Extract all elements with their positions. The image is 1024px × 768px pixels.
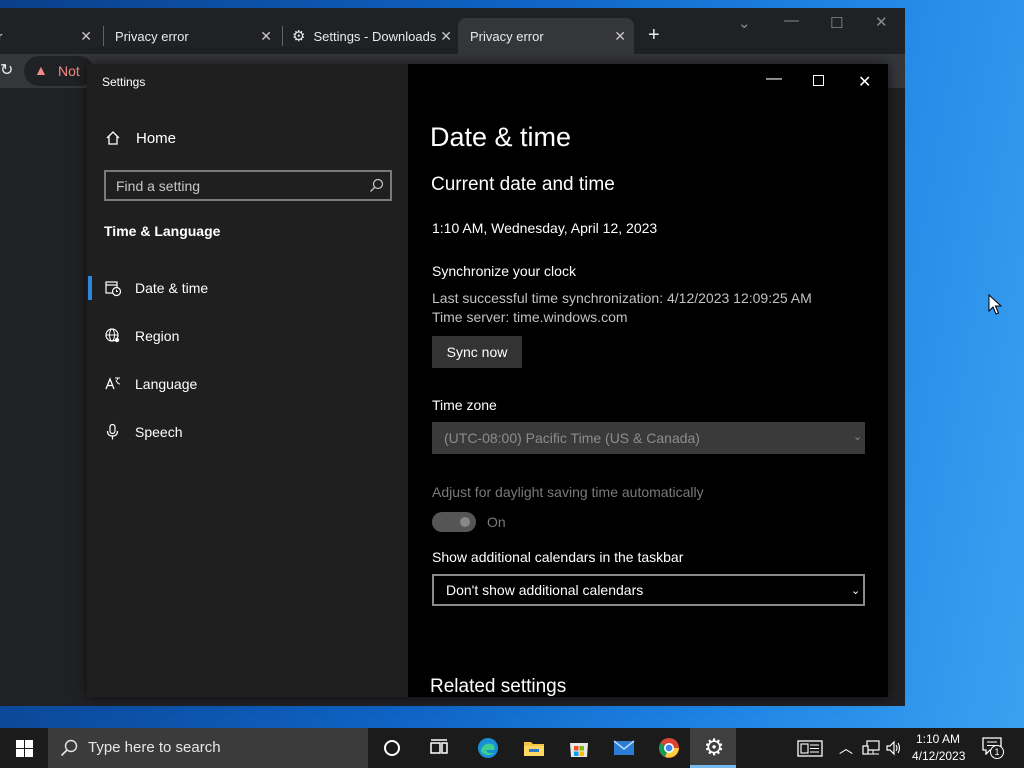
nav-label: Speech xyxy=(135,424,183,440)
tab-title: Privacy error xyxy=(470,28,544,44)
dst-toggle[interactable] xyxy=(432,512,476,532)
reload-icon[interactable]: ↻ xyxy=(0,60,13,80)
settings-sidebar: Settings Home Time & Language Date & xyxy=(87,64,408,697)
chrome-tab-strip: r ✕ Privacy error ✕ ⚙ Settings - Downloa… xyxy=(0,8,905,54)
microsoft-store-icon[interactable] xyxy=(567,736,591,760)
taskbar-clock-date[interactable]: 4/12/2023 xyxy=(912,749,965,763)
nav-item-region[interactable]: Region xyxy=(87,315,408,359)
settings-main-pane: — ✕ Date & time Current date and time 1:… xyxy=(408,64,888,697)
nav-item-speech[interactable]: Speech xyxy=(87,411,408,455)
section-title: Time & Language xyxy=(104,223,221,239)
close-icon[interactable]: ✕ xyxy=(858,72,871,92)
volume-icon[interactable] xyxy=(885,740,903,756)
chrome-icon[interactable] xyxy=(657,736,681,760)
home-nav-item[interactable]: Home xyxy=(87,124,408,152)
security-warning-chip[interactable]: ▲ Not xyxy=(24,56,94,86)
windows-start-icon[interactable] xyxy=(16,740,33,757)
timezone-label: Time zone xyxy=(432,397,497,413)
dst-state: On xyxy=(487,514,506,530)
chrome-tab-privacy-error-active[interactable]: Privacy error ✕ xyxy=(458,18,634,54)
news-widget-icon[interactable] xyxy=(797,740,823,757)
tab-title: Settings - Downloads xyxy=(313,28,437,44)
chrome-tab-settings-downloads[interactable]: ⚙ Settings - Downloads ✕ xyxy=(284,18,460,54)
warning-text: Not xyxy=(58,63,80,79)
close-icon[interactable]: ✕ xyxy=(614,28,626,45)
calendars-label: Show additional calendars in the taskbar xyxy=(432,549,684,565)
close-icon[interactable]: ✕ xyxy=(80,28,92,45)
current-datetime: 1:10 AM, Wednesday, April 12, 2023 xyxy=(432,220,658,236)
search-icon xyxy=(60,739,78,757)
cortana-icon[interactable] xyxy=(380,736,404,760)
toggle-knob xyxy=(460,517,470,527)
microphone-icon xyxy=(106,423,119,440)
gear-icon: ⚙ xyxy=(292,28,306,45)
minimize-icon[interactable]: — xyxy=(784,12,799,29)
language-icon xyxy=(105,377,121,390)
mail-icon[interactable] xyxy=(612,736,636,760)
nav-label: Region xyxy=(135,328,180,344)
taskbar-search-box[interactable]: Type here to search xyxy=(48,728,368,768)
chevron-down-icon: ⌄ xyxy=(851,585,861,597)
taskbar: Type here to search ⚙ ︿ 1:10 AM 4/12/202… xyxy=(0,728,1024,768)
home-icon xyxy=(106,131,120,145)
find-setting-search[interactable] xyxy=(104,170,392,201)
minimize-icon[interactable]: — xyxy=(766,70,782,88)
globe-icon xyxy=(105,328,120,343)
timezone-dropdown[interactable]: (UTC-08:00) Pacific Time (US & Canada) ⌄ xyxy=(432,422,865,454)
close-icon[interactable]: ✕ xyxy=(440,28,452,45)
taskbar-clock-time[interactable]: 1:10 AM xyxy=(916,732,960,746)
section-heading: Current date and time xyxy=(431,174,615,195)
action-center-button[interactable]: 1 xyxy=(982,737,1006,759)
related-settings-heading: Related settings xyxy=(430,676,567,697)
settings-gear-icon[interactable]: ⚙ xyxy=(702,734,726,760)
nav-item-language[interactable]: Language xyxy=(87,363,408,407)
nav-item-date-time[interactable]: Date & time xyxy=(87,267,408,311)
calendars-value: Don't show additional calendars xyxy=(446,582,644,598)
maximize-icon[interactable]: ☐ xyxy=(830,14,843,32)
network-icon[interactable] xyxy=(862,740,880,756)
tab-separator xyxy=(282,26,283,46)
close-icon[interactable]: ✕ xyxy=(260,28,272,45)
sync-now-button[interactable]: Sync now xyxy=(432,336,522,368)
taskbar-search-placeholder: Type here to search xyxy=(88,739,221,756)
tab-search-icon[interactable]: ⌄ xyxy=(738,14,751,32)
settings-window: Settings Home Time & Language Date & xyxy=(87,64,888,697)
page-title: Date & time xyxy=(430,122,572,152)
calendar-clock-icon xyxy=(105,281,122,297)
timezone-value: (UTC-08:00) Pacific Time (US & Canada) xyxy=(444,430,700,446)
chevron-down-icon: ⌄ xyxy=(853,431,863,443)
chrome-tab-partial[interactable]: r ✕ xyxy=(0,18,100,54)
new-tab-button[interactable]: + xyxy=(648,22,660,48)
home-label: Home xyxy=(136,130,177,147)
dst-label: Adjust for daylight saving time automati… xyxy=(432,484,704,500)
window-title: Settings xyxy=(102,75,146,89)
time-server-info: Time server: time.windows.com xyxy=(432,309,628,325)
mouse-cursor-icon xyxy=(988,294,1002,315)
edge-icon[interactable] xyxy=(476,736,500,760)
last-sync-info: Last successful time synchronization: 4/… xyxy=(432,290,812,306)
search-icon[interactable] xyxy=(369,178,384,193)
close-icon[interactable]: ✕ xyxy=(875,13,888,31)
chevron-up-icon[interactable]: ︿ xyxy=(839,738,853,758)
sync-heading: Synchronize your clock xyxy=(432,263,576,279)
warning-icon: ▲ xyxy=(34,62,48,78)
tab-title: Privacy error xyxy=(115,28,189,44)
search-input[interactable] xyxy=(116,177,356,195)
calendars-dropdown[interactable]: Don't show additional calendars ⌄ xyxy=(432,574,865,606)
maximize-icon[interactable] xyxy=(813,75,824,86)
chrome-tab-privacy-error[interactable]: Privacy error ✕ xyxy=(104,18,280,54)
nav-label: Language xyxy=(135,376,198,392)
file-explorer-icon[interactable] xyxy=(522,736,546,760)
nav-label: Date & time xyxy=(135,280,209,296)
task-view-icon[interactable] xyxy=(427,736,451,760)
notification-count-badge: 1 xyxy=(990,745,1004,759)
